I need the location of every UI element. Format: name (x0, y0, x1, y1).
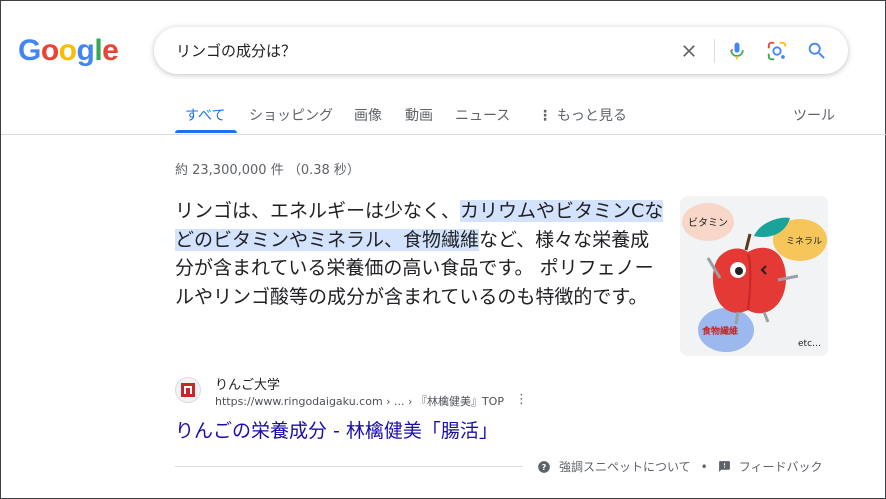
thumb-label-mineral: ミネラル (786, 236, 822, 247)
thumb-label-etc: etc… (798, 339, 821, 349)
search-button[interactable] (802, 36, 832, 66)
tab-images[interactable]: 画像 (354, 105, 382, 125)
snippet-thumbnail[interactable]: ビタミン ミネラル 食物繊維 etc… (680, 196, 828, 356)
close-icon (683, 45, 695, 57)
google-logo[interactable]: Google (18, 34, 119, 68)
thumb-label-vitamin: ビタミン (688, 217, 728, 229)
ringo-daigaku-logo-icon (181, 383, 195, 397)
camera-lens-icon (767, 41, 787, 61)
search-input[interactable] (176, 27, 656, 74)
tab-more-label: もっと見る (556, 108, 627, 124)
tools-button[interactable]: ツール (793, 105, 835, 125)
result-title-link[interactable]: りんごの栄養成分 - 林檎健美「腸活」 (175, 416, 498, 443)
search-box (154, 27, 848, 74)
tab-videos[interactable]: 動画 (405, 105, 433, 125)
logo-letter: G (18, 34, 41, 67)
feedback-icon (718, 461, 730, 472)
mic-icon (730, 42, 744, 60)
feedback-label: フィードバック (738, 460, 823, 474)
logo-letter: l (94, 34, 103, 67)
snippet-text-before: リンゴは、エネルギーは少なく、 (175, 200, 461, 222)
search-icon (808, 42, 825, 59)
clear-button[interactable] (674, 36, 704, 66)
site-url[interactable]: https://www.ringodaigaku.com › ... › 『林檎… (215, 393, 504, 409)
search-divider (714, 39, 715, 63)
featured-snippet-text: リンゴは、エネルギーは少なく、カリウムやビタミンCなどのビタミンやミネラル、食物… (175, 197, 665, 311)
help-icon: ? (538, 460, 550, 473)
logo-letter: e (102, 34, 119, 67)
voice-search-button[interactable] (722, 36, 752, 66)
tab-news[interactable]: ニュース (455, 105, 510, 125)
more-vert-icon: ⋮ (538, 108, 557, 124)
search-tabs: すべて ショッピング 画像 動画 ニュース ⋮ もっと見る ツール (1, 99, 886, 135)
lens-search-button[interactable] (762, 36, 792, 66)
footer-separator: • (700, 459, 708, 474)
snippet-footer: ? 強調スニペットについて • フィードバック (537, 458, 823, 475)
about-snippets-link[interactable]: ? 強調スニペットについて (537, 458, 691, 475)
site-name[interactable]: りんご大学 (215, 374, 280, 393)
footer-divider (175, 466, 523, 467)
tab-more[interactable]: ⋮ もっと見る (538, 105, 627, 125)
feedback-link[interactable]: フィードバック (718, 458, 823, 475)
tab-shopping[interactable]: ショッピング (249, 105, 333, 125)
about-snippets-label: 強調スニペットについて (559, 460, 691, 474)
site-favicon[interactable] (175, 377, 201, 403)
svg-text:?: ? (542, 461, 547, 471)
result-stats: 約 23,300,000 件 （0.38 秒） (175, 163, 360, 178)
apple-illustration: ビタミン ミネラル 食物繊維 etc… (680, 196, 828, 356)
more-options-icon[interactable]: ⋮ (515, 392, 528, 407)
logo-letter: o (40, 34, 59, 67)
logo-letter: o (58, 34, 77, 67)
active-tab-indicator (175, 130, 237, 133)
thumb-label-fiber: 食物繊維 (701, 325, 738, 337)
logo-letter: g (76, 34, 95, 67)
tab-all[interactable]: すべて (185, 105, 225, 125)
